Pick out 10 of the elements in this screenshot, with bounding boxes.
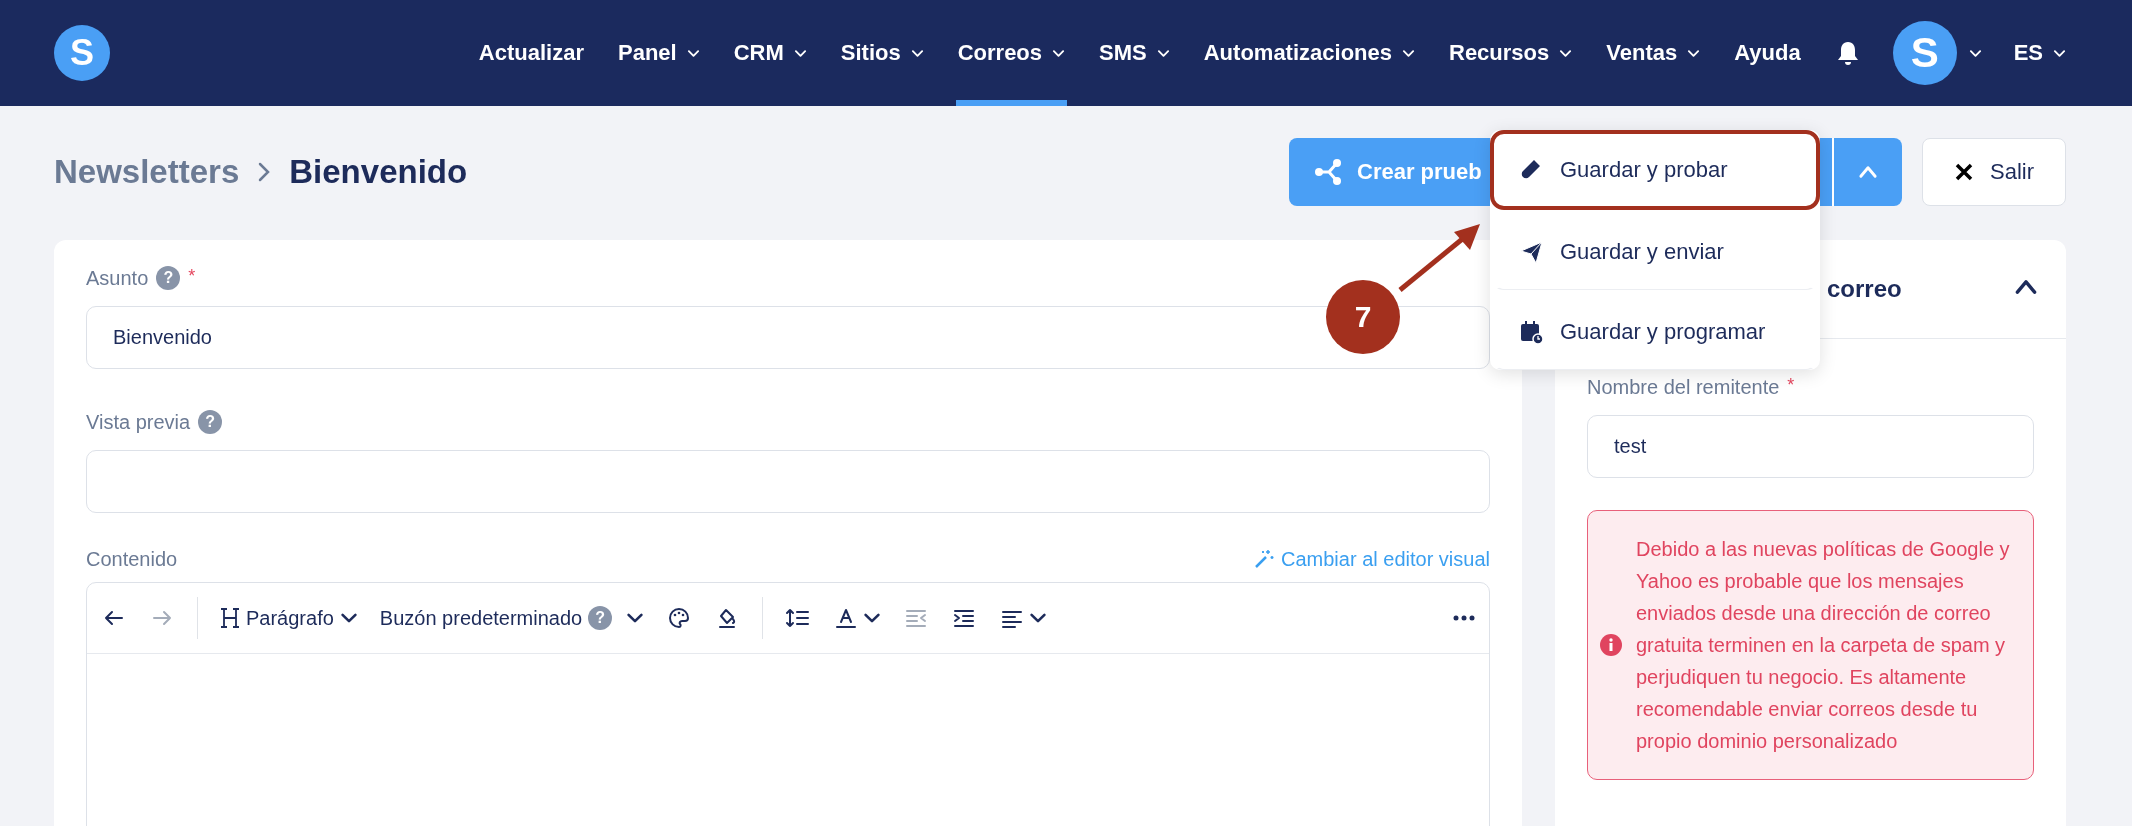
- field-label: Asunto: [86, 266, 149, 290]
- field-label: Contenido: [86, 547, 178, 571]
- required-mark: *: [1787, 375, 1795, 396]
- panel-title: correo: [1827, 275, 1902, 303]
- alert-message: Debido a las nuevas políticas de Google y Yahoo es probable que los mensajes enviados desde una dirección de correo gratuita terminen en la carpeta de spam y perjudiquen tu negocio. Es altamente recomendable enviar correos desde tu propio dominio personalizado: [1636, 537, 2011, 754]
- field-label: Vista previa: [86, 410, 191, 434]
- required-mark: *: [188, 266, 196, 287]
- field-label: Nombre del remitente: [1587, 375, 1780, 399]
- page-title: Bienvenido: [289, 153, 468, 191]
- help-icon: ?: [588, 606, 613, 630]
